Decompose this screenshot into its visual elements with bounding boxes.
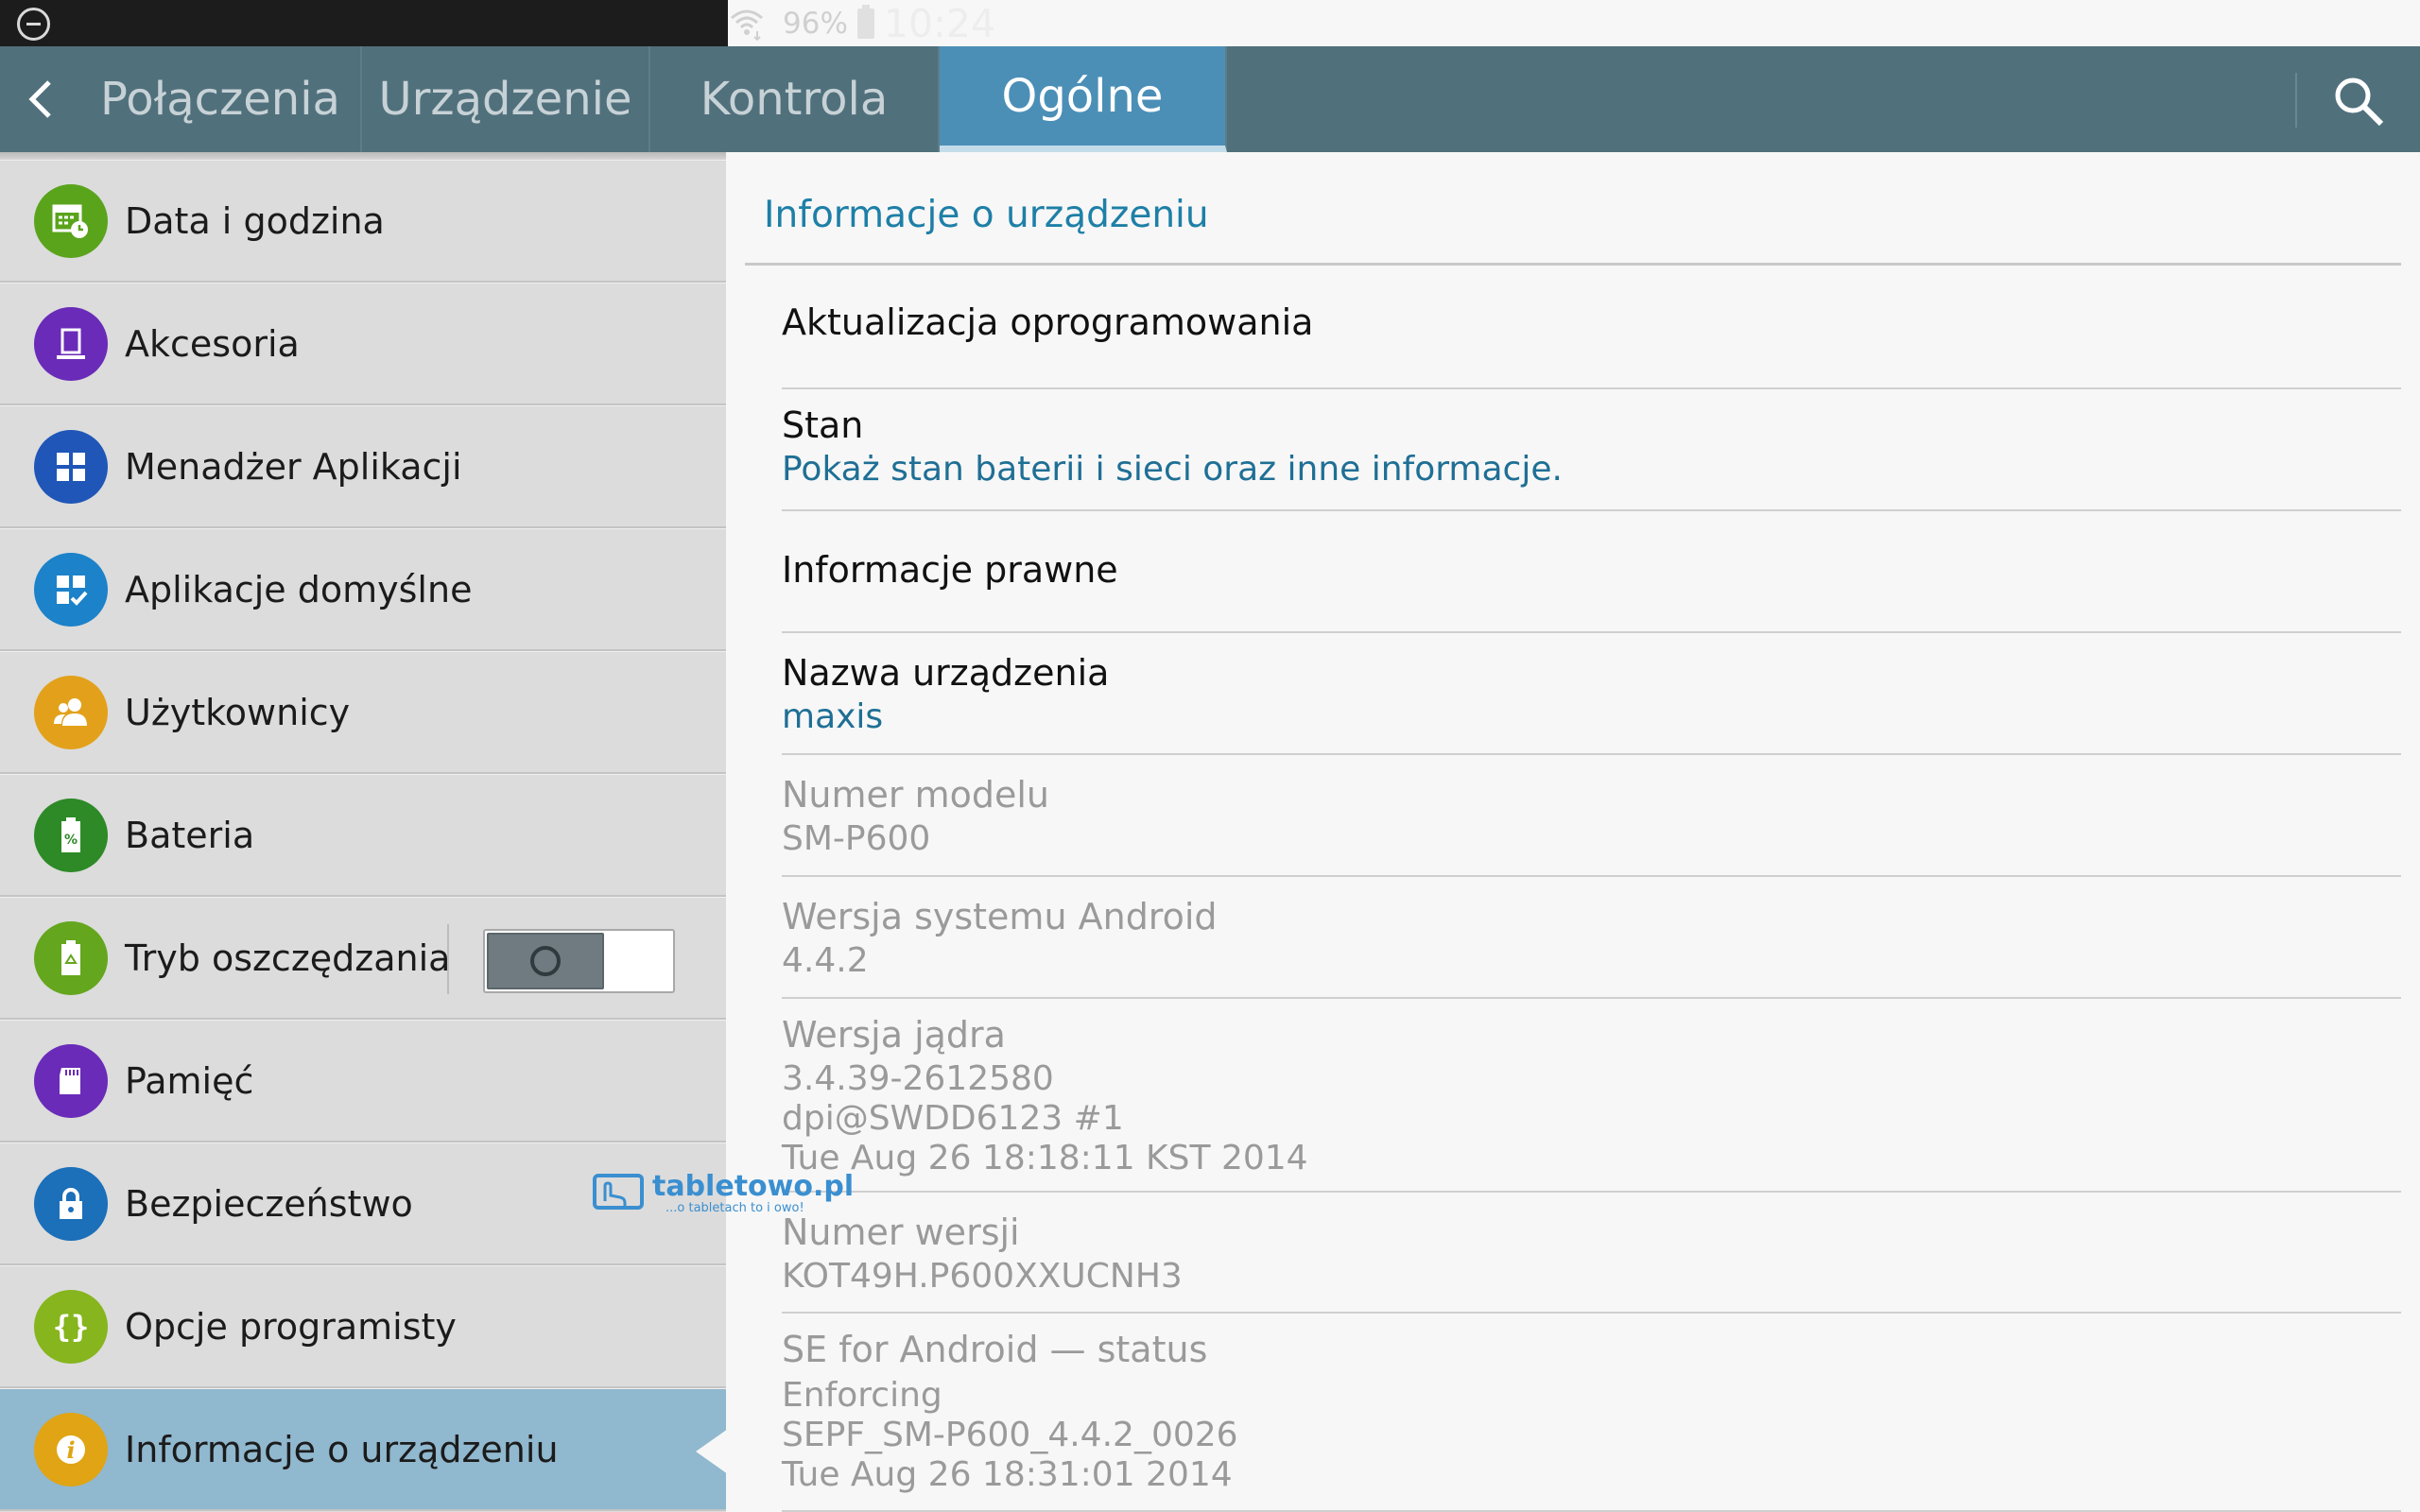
sidebar-item-label: Tryb oszczędzania xyxy=(125,936,451,979)
sidebar-item-label: Menadżer Aplikacji xyxy=(125,445,462,488)
sidebar-item-label: Bezpieczeństwo xyxy=(125,1182,413,1225)
info-icon: i xyxy=(34,1412,108,1486)
row-title: Numer modelu xyxy=(782,774,1050,816)
row-subtitle: 4.4.2 xyxy=(782,941,869,980)
battery-percent: 96% xyxy=(783,6,848,41)
clock: 10:24 xyxy=(883,0,996,46)
accessory-icon xyxy=(34,306,108,381)
row-title: Nazwa urządzenia xyxy=(782,652,1110,694)
minus-circle-icon xyxy=(17,8,50,41)
row-subtitle: SM-P600 xyxy=(782,819,931,858)
svg-text:%: % xyxy=(64,833,78,848)
row-title: Stan xyxy=(782,404,864,446)
sidebar-item-akcesoria[interactable]: Akcesoria xyxy=(0,283,726,405)
row-subtitle: Pokaż stan baterii i sieci oraz inne inf… xyxy=(782,450,1563,489)
sidebar-item-label: Opcje programisty xyxy=(125,1305,457,1348)
row-subtitle-line: Tue Aug 26 18:18:11 KST 2014 xyxy=(782,1139,1308,1177)
sidebar-item-label: Akcesoria xyxy=(125,322,300,365)
chevron-left-icon xyxy=(27,80,51,118)
sidebar-item-uzytkownicy[interactable]: Użytkownicy xyxy=(0,651,726,774)
sidebar-item-label: Aplikacje domyślne xyxy=(125,568,473,610)
calendar-clock-icon xyxy=(34,183,108,258)
row-title: Numer wersji xyxy=(782,1211,1020,1253)
watermark-text: tabletowo.pl xyxy=(652,1170,855,1203)
sidebar-item-opcje-programisty[interactable]: {} Opcje programisty xyxy=(0,1265,726,1388)
toggle-knob xyxy=(487,933,604,989)
page-title: Informacje o urządzeniu xyxy=(764,194,1209,236)
row-title: Wersja jądra xyxy=(782,1014,1006,1056)
sidebar-item-bateria[interactable]: % Bateria xyxy=(0,774,726,897)
svg-text:{}: {} xyxy=(53,1309,90,1345)
search-icon[interactable] xyxy=(2330,73,2387,129)
watermark-tagline: ...o tabletach to i owo! xyxy=(666,1201,804,1215)
tab-polaczenia[interactable]: Połączenia xyxy=(80,46,362,152)
row-software-update[interactable]: Aktualizacja oprogramowania xyxy=(782,267,2401,389)
default-apps-icon xyxy=(34,552,108,627)
sidebar-item-data-i-godzina[interactable]: Data i godzina xyxy=(0,160,726,283)
row-title: Aktualizacja oprogramowania xyxy=(782,301,1314,343)
row-kernel-version: Wersja jądra 3.4.39-2612580 dpi@SWDD6123… xyxy=(782,999,2401,1193)
settings-sidebar: Data i godzina Akcesoria Menadżer Aplika… xyxy=(0,152,728,1512)
row-status[interactable]: Stan Pokaż stan baterii i sieci oraz inn… xyxy=(782,389,2401,511)
sidebar-item-informacje-o-urzadzeniu[interactable]: i Informacje o urządzeniu xyxy=(0,1388,728,1511)
row-subtitle: maxis xyxy=(782,697,884,736)
sd-card-icon xyxy=(34,1043,108,1118)
row-subtitle-line: 3.4.39-2612580 xyxy=(782,1059,1054,1098)
apps-grid-icon xyxy=(34,429,108,504)
row-subtitle: KOT49H.P600XXUCNH3 xyxy=(782,1257,1183,1296)
divider xyxy=(745,263,2401,266)
toggle-divider xyxy=(447,924,449,994)
sidebar-item-label: Data i godzina xyxy=(125,199,385,242)
status-bar: 96% 10:24 xyxy=(0,0,2420,46)
row-title: Wersja systemu Android xyxy=(782,896,1218,937)
sidebar-item-tryb-oszczedzania[interactable]: Tryb oszczędzania xyxy=(0,897,726,1020)
row-subtitle-line: Enforcing xyxy=(782,1376,942,1415)
row-legal-info[interactable]: Informacje prawne xyxy=(782,511,2401,633)
battery-icon: % xyxy=(34,798,108,872)
row-build-number: Numer wersji KOT49H.P600XXUCNH3 xyxy=(782,1193,2401,1314)
tab-ogolne[interactable]: Ogólne xyxy=(940,46,1227,152)
sidebar-item-aplikacje-domyslne[interactable]: Aplikacje domyślne xyxy=(0,528,726,651)
row-subtitle-line: Tue Aug 26 18:31:01 2014 xyxy=(782,1455,1233,1494)
row-subtitle-line: SEPF_SM-P600_4.4.2_0026 xyxy=(782,1416,1238,1454)
sidebar-item-label: Bateria xyxy=(125,814,255,856)
row-subtitle-line: dpi@SWDD6123 #1 xyxy=(782,1099,1124,1138)
battery-icon xyxy=(856,4,874,39)
tab-urzadzenie[interactable]: Urządzenie xyxy=(362,46,650,152)
users-icon xyxy=(34,675,108,749)
row-se-android-status: SE for Android — status Enforcing SEPF_S… xyxy=(782,1314,2401,1512)
tabbar-divider xyxy=(2295,73,2297,128)
tab-kontrola[interactable]: Kontrola xyxy=(650,46,940,152)
settings-tab-bar: Połączenia Urządzenie Kontrola Ogólne xyxy=(0,46,2420,152)
row-device-name[interactable]: Nazwa urządzenia maxis xyxy=(782,633,2401,755)
device-info-panel: Informacje o urządzeniu Aktualizacja opr… xyxy=(728,152,2420,1512)
lock-icon xyxy=(34,1166,108,1241)
sidebar-item-label: Użytkownicy xyxy=(125,691,351,733)
sidebar-item-label: Pamięć xyxy=(125,1059,254,1102)
row-title: SE for Android — status xyxy=(782,1329,1208,1370)
svg-text:i: i xyxy=(66,1436,75,1464)
sidebar-item-menadzer-aplikacji[interactable]: Menadżer Aplikacji xyxy=(0,405,726,528)
sidebar-item-pamiec[interactable]: Pamięć xyxy=(0,1020,726,1143)
wifi-icon xyxy=(731,9,763,41)
row-android-version[interactable]: Wersja systemu Android 4.4.2 xyxy=(782,877,2401,999)
sidebar-item-label: Informacje o urządzeniu xyxy=(125,1428,559,1470)
watermark: tabletowo.pl ...o tabletach to i owo! xyxy=(592,1173,854,1215)
power-saving-icon xyxy=(34,920,108,995)
tablet-logo-icon xyxy=(593,1174,644,1210)
row-title: Informacje prawne xyxy=(782,549,1118,591)
row-model-number: Numer modelu SM-P600 xyxy=(782,755,2401,877)
power-saving-toggle[interactable] xyxy=(483,929,675,993)
back-button[interactable] xyxy=(0,46,80,152)
braces-icon: {} xyxy=(34,1289,108,1364)
